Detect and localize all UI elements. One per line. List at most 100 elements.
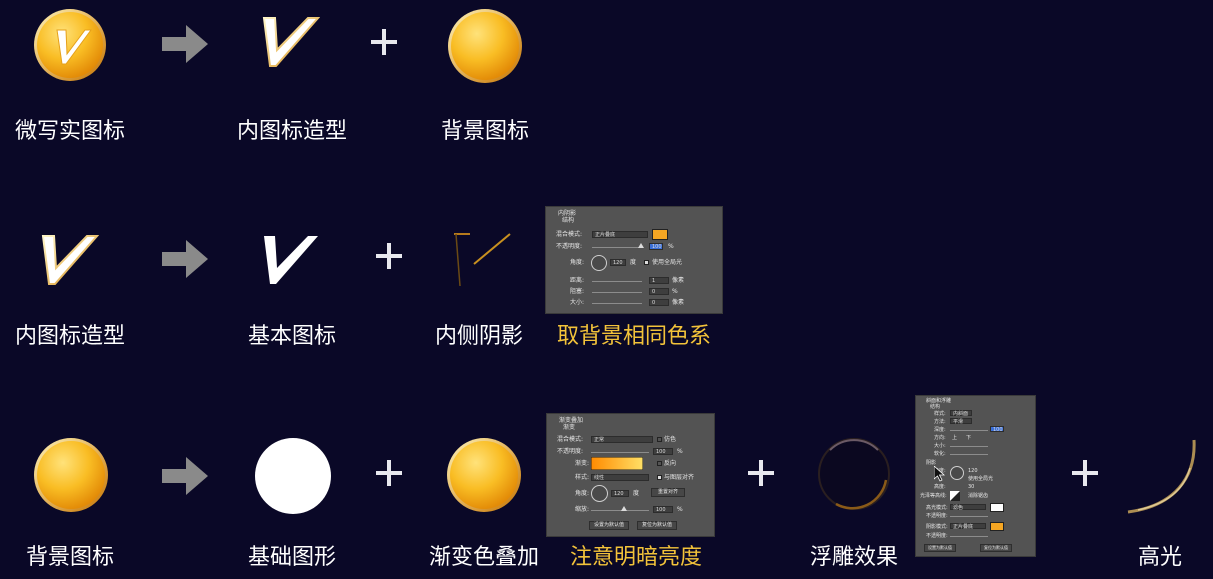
shadow-opacity-label: 不透明度: [926, 533, 948, 539]
soften-slider[interactable] [950, 454, 988, 455]
reset-default-button[interactable]: 复位为默认值 [980, 544, 1012, 552]
shadow-opacity-slider[interactable] [950, 536, 988, 537]
opacity-input[interactable]: 100 [653, 448, 673, 455]
gloss-contour-preview[interactable] [950, 491, 960, 501]
scale-input[interactable]: 100 [653, 506, 673, 513]
diagram-canvas: 微写实图标 内图标造型 背景图标 内阴影 结构 混合模式: 正片叠底 不透明度: [0, 0, 1213, 579]
size-slider[interactable] [592, 303, 642, 304]
gradient-label: 渐变: [575, 460, 590, 467]
bevel-size-slider[interactable] [950, 446, 988, 447]
direction-down-option[interactable]: 下 [966, 435, 971, 444]
reset-default-button[interactable]: 复位为默认值 [637, 521, 677, 530]
global-light-checkbox[interactable] [644, 260, 649, 265]
choke-label: 阻塞: [570, 288, 585, 295]
reverse-checkbox[interactable] [657, 461, 662, 466]
shadow-mode-select[interactable]: 正片叠底 [950, 523, 986, 530]
distance-slider[interactable] [592, 281, 642, 282]
angle-label: 角度: [570, 259, 585, 266]
v-shape-icon [262, 16, 320, 68]
dither-label: 仿色 [664, 436, 677, 443]
opacity-unit: % [677, 448, 683, 455]
blend-mode-select[interactable]: 正常 [591, 436, 653, 443]
angle-input[interactable]: 120 [610, 259, 626, 266]
altitude-value: 30 [968, 484, 975, 490]
opacity-input[interactable]: 100 [649, 243, 663, 250]
gold-coin-icon [33, 437, 109, 513]
opacity-label: 不透明度: [557, 448, 584, 455]
blend-mode-label: 混合模式: [557, 436, 584, 443]
label-inner-icon-shape: 内图标造型 [14, 324, 125, 349]
gradient-coin-icon [446, 437, 522, 513]
angle-unit: 度 [630, 259, 637, 266]
scale-slider-thumb[interactable] [621, 506, 627, 511]
shading-angle-dial[interactable] [950, 466, 964, 480]
label-emboss-effect: 浮雕效果 [809, 545, 898, 570]
align-with-layer-checkbox[interactable] [657, 475, 662, 480]
opacity-slider[interactable] [592, 247, 642, 248]
highlight-arc-icon [1124, 438, 1200, 518]
highlight-opacity-slider[interactable] [950, 516, 988, 517]
angle-dial[interactable] [591, 485, 608, 502]
gold-coin-icon [447, 8, 523, 84]
dither-checkbox[interactable] [657, 437, 662, 442]
label-micro-realistic-icon: 微写实图标 [14, 119, 125, 144]
make-default-button[interactable]: 设置为默认值 [924, 544, 956, 552]
label-gradient-overlay: 渐变色叠加 [428, 545, 539, 570]
shadow-color-swatch[interactable] [652, 229, 668, 240]
shadow-mode-label: 阴影模式: [926, 524, 948, 530]
bevel-style-select[interactable]: 内斜面 [950, 410, 972, 417]
direction-up-option[interactable]: 上 [952, 435, 957, 444]
mouse-cursor-icon [933, 465, 946, 484]
choke-input[interactable]: 0 [649, 288, 669, 295]
label-inner-icon-shape: 内图标造型 [236, 119, 347, 144]
angle-unit: 度 [633, 490, 640, 497]
style-select[interactable]: 线性 [591, 474, 649, 481]
choke-slider[interactable] [592, 292, 642, 293]
label-basic-icon: 基本图标 [247, 324, 336, 349]
angle-input[interactable]: 120 [611, 490, 629, 497]
size-unit: 像素 [672, 299, 685, 306]
size-label: 大小: [570, 299, 585, 306]
plus-icon [376, 243, 402, 269]
opacity-slider-thumb[interactable] [638, 243, 644, 248]
depth-input[interactable]: 100 [990, 426, 1004, 433]
plus-icon [376, 460, 402, 486]
soften-label: 软化: [934, 451, 946, 457]
global-light-label: 使用全局光 [652, 259, 683, 266]
angle-dial[interactable] [591, 255, 607, 271]
depth-slider[interactable] [950, 430, 988, 431]
technique-select[interactable]: 平滑 [950, 418, 972, 425]
shadow-color-swatch[interactable] [990, 522, 1004, 531]
choke-unit: % [672, 288, 678, 295]
size-input[interactable]: 0 [649, 299, 669, 306]
altitude-label: 高度: [934, 484, 946, 490]
make-default-button[interactable]: 设置为默认值 [589, 521, 629, 530]
emboss-ring-icon [816, 436, 892, 512]
label-brightness-note: 注意明暗亮度 [569, 545, 702, 570]
opacity-slider[interactable] [591, 452, 649, 453]
label-base-shape: 基础图形 [247, 545, 336, 570]
label-background-icon: 背景图标 [25, 545, 114, 570]
blend-mode-label: 混合模式: [556, 231, 583, 238]
arrow-icon [162, 240, 208, 278]
arrow-icon [162, 457, 208, 495]
label-highlight: 高光 [1137, 545, 1182, 570]
distance-unit: 像素 [672, 277, 685, 284]
highlight-color-swatch[interactable] [990, 503, 1004, 512]
reset-alignment-button[interactable]: 重置对齐 [651, 488, 685, 497]
distance-input[interactable]: 1 [649, 277, 669, 284]
opacity-label: 不透明度: [556, 243, 583, 250]
inner-shadow-settings-panel: 内阴影 结构 混合模式: 正片叠底 不透明度: 100 % 角度: 120 度 … [545, 206, 723, 314]
opacity-unit: % [668, 243, 674, 250]
basic-v-icon [262, 234, 320, 286]
scale-slider[interactable] [591, 510, 649, 511]
panel-section: 渐变 [563, 424, 576, 431]
blend-mode-select[interactable]: 正片叠底 [592, 231, 648, 238]
gradient-preview[interactable] [590, 456, 644, 471]
scale-label: 缩放: [575, 506, 590, 513]
bevel-emboss-settings-panel: 斜面和浮雕 结构 样式: 内斜面 方法: 平滑 深度: 100 方向: 上 下 … [915, 395, 1036, 557]
highlight-mode-select[interactable]: 滤色 [950, 504, 986, 511]
antialias-label: 消除锯齿 [968, 493, 989, 499]
plus-icon [1072, 460, 1098, 486]
panel-section: 结构 [930, 404, 941, 410]
